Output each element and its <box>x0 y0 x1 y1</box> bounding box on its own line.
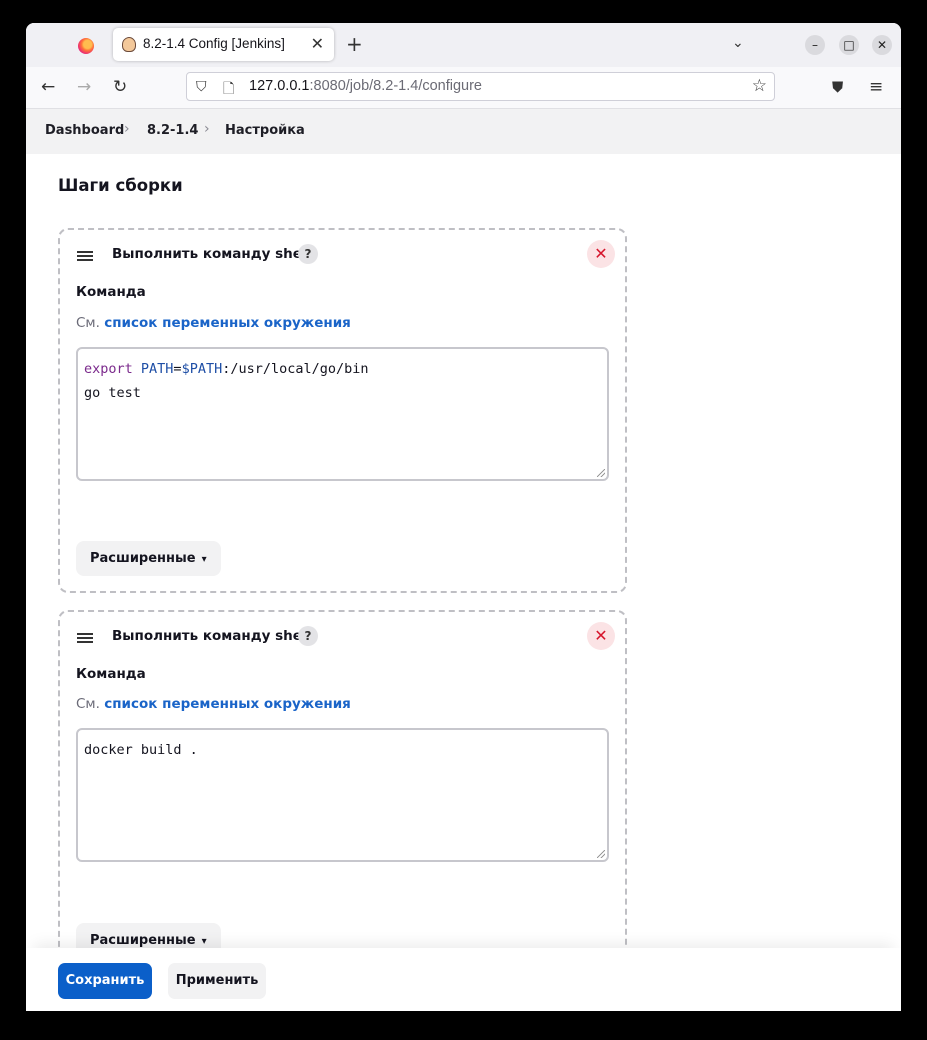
new-tab-icon[interactable]: + <box>346 32 363 56</box>
breadcrumb: Dashboard › 8.2-1.4 › Настройка <box>26 109 901 154</box>
reload-icon[interactable]: ↻ <box>113 77 127 97</box>
breadcrumb-dashboard[interactable]: Dashboard <box>45 123 124 138</box>
delete-step-icon[interactable]: ✕ <box>587 240 615 268</box>
list-tabs-chevron-icon[interactable]: ⌄ <box>732 35 744 51</box>
resize-handle-icon[interactable] <box>597 469 605 477</box>
url-text[interactable]: 127.0.0.1:8080/job/8.2-1.4/configure <box>249 78 482 94</box>
url-path: :8080/job/8.2-1.4/configure <box>309 78 482 94</box>
shield-icon[interactable]: ⛉ <box>196 79 207 95</box>
advanced-label: Расширенные <box>90 551 196 566</box>
advanced-button[interactable]: Расширенные ▾ <box>76 541 221 576</box>
code-rest: :/usr/local/go/bin <box>222 361 369 377</box>
breadcrumb-job[interactable]: 8.2-1.4 <box>147 123 198 138</box>
step-title: Выполнить команду shell <box>112 628 312 644</box>
bookmark-star-icon[interactable]: ☆ <box>752 76 767 96</box>
help-icon[interactable]: ? <box>298 244 318 264</box>
code-line: go test <box>84 385 141 401</box>
env-prefix: См. <box>76 696 100 712</box>
resize-handle-icon[interactable] <box>597 850 605 858</box>
tab-close-icon[interactable]: ✕ <box>311 34 324 53</box>
maximize-icon[interactable]: □ <box>839 35 859 55</box>
step-title: Выполнить команду shell <box>112 246 312 262</box>
code-equals: = <box>173 361 182 377</box>
jenkins-favicon-icon <box>122 37 136 52</box>
build-step: Выполнить команду shell ? ✕ Команда См. … <box>58 228 627 593</box>
browser-tab[interactable]: 8.2-1.4 Config [Jenkins] ✕ <box>113 28 334 61</box>
command-textarea[interactable]: export PATH=$PATH:/usr/local/go/bin go t… <box>76 347 609 481</box>
env-vars-link[interactable]: список переменных окружения <box>104 696 351 712</box>
window-close-icon[interactable]: ✕ <box>872 35 892 55</box>
code-keyword: export <box>84 361 133 377</box>
breadcrumb-separator-icon: › <box>124 121 130 137</box>
tab-title: 8.2-1.4 Config [Jenkins] <box>143 36 285 51</box>
drag-handle-icon[interactable] <box>77 251 93 261</box>
code-variable: $PATH <box>181 361 223 377</box>
command-label: Команда <box>76 666 146 682</box>
navigation-bar: ← → ↻ ⛉ 🗋 127.0.0.1:8080/job/8.2-1.4/con… <box>26 67 901 109</box>
pocket-icon[interactable]: ⛊ <box>832 78 843 96</box>
browser-window: 8.2-1.4 Config [Jenkins] ✕ + ⌄ – □ ✕ ← →… <box>26 23 901 1011</box>
main-content: Шаги сборки Выполнить команду shell ? ✕ … <box>26 154 901 1011</box>
help-icon[interactable]: ? <box>298 626 318 646</box>
forward-arrow-icon[interactable]: → <box>77 77 91 97</box>
minimize-icon[interactable]: – <box>805 35 825 55</box>
chevron-down-icon: ▾ <box>201 554 207 565</box>
command-textarea[interactable]: docker build . <box>76 728 609 862</box>
tab-strip: 8.2-1.4 Config [Jenkins] ✕ + ⌄ – □ ✕ <box>26 23 901 67</box>
page-info-icon[interactable]: 🗋 <box>223 78 234 102</box>
save-button[interactable]: Сохранить <box>58 963 152 999</box>
code-name: PATH <box>132 361 174 377</box>
back-arrow-icon[interactable]: ← <box>41 77 55 97</box>
url-bar[interactable]: ⛉ 🗋 127.0.0.1:8080/job/8.2-1.4/configure… <box>186 72 775 101</box>
apply-button[interactable]: Применить <box>168 963 266 999</box>
env-vars-line: См. список переменных окружения <box>76 315 351 331</box>
env-prefix: См. <box>76 315 100 331</box>
menu-icon[interactable]: ≡ <box>869 77 883 97</box>
section-title: Шаги сборки <box>58 176 183 195</box>
env-vars-line: См. список переменных окружения <box>76 696 351 712</box>
breadcrumb-separator-icon: › <box>204 121 210 137</box>
delete-step-icon[interactable]: ✕ <box>587 622 615 650</box>
command-label: Команда <box>76 284 146 300</box>
code-line: docker build . <box>84 742 198 758</box>
url-host: 127.0.0.1 <box>249 78 310 94</box>
breadcrumb-configure[interactable]: Настройка <box>225 123 305 138</box>
code-line: export PATH=$PATH:/usr/local/go/bin <box>84 361 369 377</box>
bottom-app-bar: Сохранить Применить <box>26 948 901 1011</box>
advanced-label: Расширенные <box>90 933 196 948</box>
drag-handle-icon[interactable] <box>77 633 93 643</box>
firefox-icon[interactable] <box>78 38 94 54</box>
env-vars-link[interactable]: список переменных окружения <box>104 315 351 331</box>
